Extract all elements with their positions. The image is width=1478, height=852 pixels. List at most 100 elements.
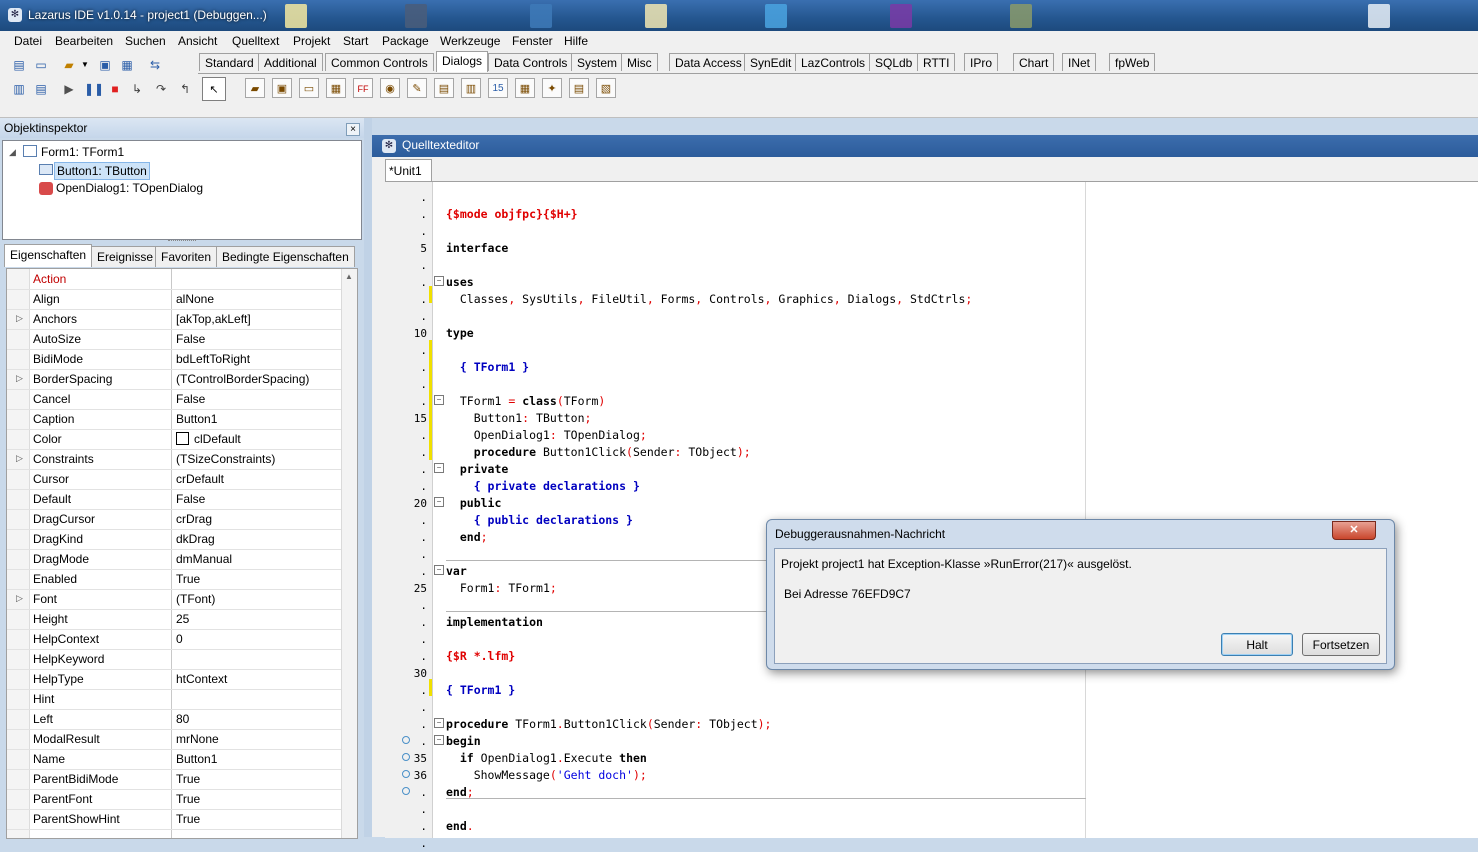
property-row[interactable]: ▷ Font (TFont) xyxy=(7,589,341,610)
tab-fpweb[interactable]: fpWeb xyxy=(1109,53,1156,71)
panel-splitter[interactable] xyxy=(364,118,372,837)
tab-ipro[interactable]: IPro xyxy=(964,53,999,71)
tab-bedingte-eigenschaften[interactable]: Bedingte Eigenschaften xyxy=(216,246,355,267)
property-value[interactable]: crDefault xyxy=(176,472,224,486)
property-value[interactable]: False xyxy=(176,332,205,346)
property-row[interactable]: AutoSize False xyxy=(7,329,341,350)
property-value[interactable]: [akTop,akLeft] xyxy=(176,312,251,326)
step-into-icon[interactable]: ↳ xyxy=(127,79,147,99)
halt-button[interactable]: Halt xyxy=(1221,633,1293,656)
tree-item-form1[interactable]: Form1: TForm1 xyxy=(41,144,124,160)
menu-package[interactable]: Package xyxy=(382,34,429,48)
calculator-dialog-component-icon[interactable]: ▦ xyxy=(515,78,535,98)
tab-lazcontrols[interactable]: LazControls xyxy=(795,53,872,71)
menu-datei[interactable]: Datei xyxy=(14,34,42,48)
tab-favoriten[interactable]: Favoriten xyxy=(155,246,218,267)
property-row[interactable]: ModalResult mrNone xyxy=(7,729,341,750)
color-dialog-component-icon[interactable]: ▦ xyxy=(326,78,346,98)
tab-eigenschaften[interactable]: Eigenschaften xyxy=(4,244,93,267)
tab-chart[interactable]: Chart xyxy=(1013,53,1055,71)
open-recent-dropdown-icon[interactable]: ▼ xyxy=(79,55,91,75)
save-all-icon[interactable]: ▦ xyxy=(117,55,137,75)
property-row[interactable]: Hint xyxy=(7,689,341,710)
expand-icon[interactable]: ▷ xyxy=(16,373,23,384)
tab-data-access[interactable]: Data Access xyxy=(669,53,748,71)
property-row[interactable]: Enabled True xyxy=(7,569,341,590)
scroll-up-icon[interactable]: ▲ xyxy=(345,272,353,281)
property-row[interactable]: ParentShowHint True xyxy=(7,809,341,830)
property-value[interactable]: False xyxy=(176,492,205,506)
open-picture-dialog-icon[interactable]: ▤ xyxy=(434,78,454,98)
property-value[interactable]: mrNone xyxy=(176,732,219,746)
expand-icon[interactable]: ▷ xyxy=(16,593,23,604)
property-value[interactable]: bdLeftToRight xyxy=(176,352,250,366)
save-icon[interactable]: ▣ xyxy=(95,55,115,75)
property-value[interactable]: True xyxy=(176,812,200,826)
tab-common-controls[interactable]: Common Controls xyxy=(325,53,434,71)
close-icon[interactable]: × xyxy=(346,123,360,136)
menu-suchen[interactable]: Suchen xyxy=(125,34,166,48)
property-row[interactable]: Align alNone xyxy=(7,289,341,310)
executable-line-icon[interactable] xyxy=(402,736,410,744)
tab-rtti[interactable]: RTTI xyxy=(917,53,956,71)
code-editor[interactable]: . . . 5 . . . . 10 . . . . 15 . . . . 20… xyxy=(385,181,1478,850)
find-dialog-component-icon[interactable]: ◉ xyxy=(380,78,400,98)
property-row[interactable]: HelpType htContext xyxy=(7,669,341,690)
print-setup-dialog-icon[interactable]: ✦ xyxy=(542,78,562,98)
menu-hilfe[interactable]: Hilfe xyxy=(564,34,588,48)
property-value[interactable]: 25 xyxy=(176,612,189,626)
expand-icon[interactable]: ▷ xyxy=(16,453,23,464)
property-grid-scrollbar[interactable]: ▲ xyxy=(341,269,357,838)
continue-button[interactable]: Fortsetzen xyxy=(1302,633,1380,656)
tab-misc[interactable]: Misc xyxy=(621,53,658,71)
property-row[interactable]: Left 80 xyxy=(7,709,341,730)
save-dialog-component-icon[interactable]: ▣ xyxy=(272,78,292,98)
property-value[interactable]: Button1 xyxy=(176,412,217,426)
tab-inet[interactable]: INet xyxy=(1062,53,1097,71)
property-value[interactable]: htContext xyxy=(176,672,227,686)
property-row[interactable]: DragCursor crDrag xyxy=(7,509,341,530)
executable-line-icon[interactable] xyxy=(402,787,410,795)
fold-toggle-icon[interactable]: − xyxy=(434,497,444,507)
property-row[interactable]: Color clDefault xyxy=(7,429,341,450)
toggle-form-unit-icon[interactable]: ⇆ xyxy=(145,55,165,75)
tab-data-controls[interactable]: Data Controls xyxy=(488,53,574,71)
property-value[interactable]: 0 xyxy=(176,632,183,646)
property-row[interactable]: HelpKeyword xyxy=(7,649,341,670)
property-row[interactable]: Name Button1 xyxy=(7,749,341,770)
menu-fenster[interactable]: Fenster xyxy=(512,34,553,48)
expand-icon[interactable]: ▷ xyxy=(16,313,23,324)
replace-dialog-component-icon[interactable]: ✎ xyxy=(407,78,427,98)
property-value[interactable]: False xyxy=(176,392,205,406)
tab-sqldb[interactable]: SQLdb xyxy=(869,53,919,71)
property-value[interactable]: alNone xyxy=(176,292,214,306)
property-value[interactable]: clDefault xyxy=(194,432,241,446)
save-picture-dialog-icon[interactable]: ▥ xyxy=(461,78,481,98)
menu-start[interactable]: Start xyxy=(343,34,368,48)
fold-toggle-icon[interactable]: − xyxy=(434,565,444,575)
selection-pointer-icon[interactable]: ↖ xyxy=(202,77,226,101)
splitter-grip[interactable] xyxy=(168,240,196,244)
property-row[interactable]: HelpContext 0 xyxy=(7,629,341,650)
run-icon[interactable]: ▶ xyxy=(59,79,79,99)
tab-additional[interactable]: Additional xyxy=(258,53,323,71)
new-unit-icon[interactable]: ▤ xyxy=(9,55,29,75)
property-value[interactable]: True xyxy=(176,572,200,586)
executable-line-icon[interactable] xyxy=(402,770,410,778)
tree-collapse-icon[interactable]: ◢ xyxy=(9,144,16,160)
property-row[interactable]: Caption Button1 xyxy=(7,409,341,430)
tab-standard[interactable]: Standard xyxy=(199,53,260,71)
menu-projekt[interactable]: Projekt xyxy=(293,34,330,48)
view-units-icon[interactable]: ▥ xyxy=(9,79,29,99)
tab-unit1[interactable]: *Unit1 xyxy=(385,159,432,182)
executable-line-icon[interactable] xyxy=(402,753,410,761)
fold-toggle-icon[interactable]: − xyxy=(434,395,444,405)
font-dialog-component-icon[interactable]: FF xyxy=(353,78,373,98)
stop-icon[interactable]: ■ xyxy=(105,79,125,99)
tab-synedit[interactable]: SynEdit xyxy=(744,53,798,71)
property-row[interactable]: DragMode dmManual xyxy=(7,549,341,570)
property-row[interactable]: BidiMode bdLeftToRight xyxy=(7,349,341,370)
property-row[interactable]: ParentFont True xyxy=(7,789,341,810)
tab-dialogs[interactable]: Dialogs xyxy=(436,51,489,72)
menu-ansicht[interactable]: Ansicht xyxy=(178,34,217,48)
